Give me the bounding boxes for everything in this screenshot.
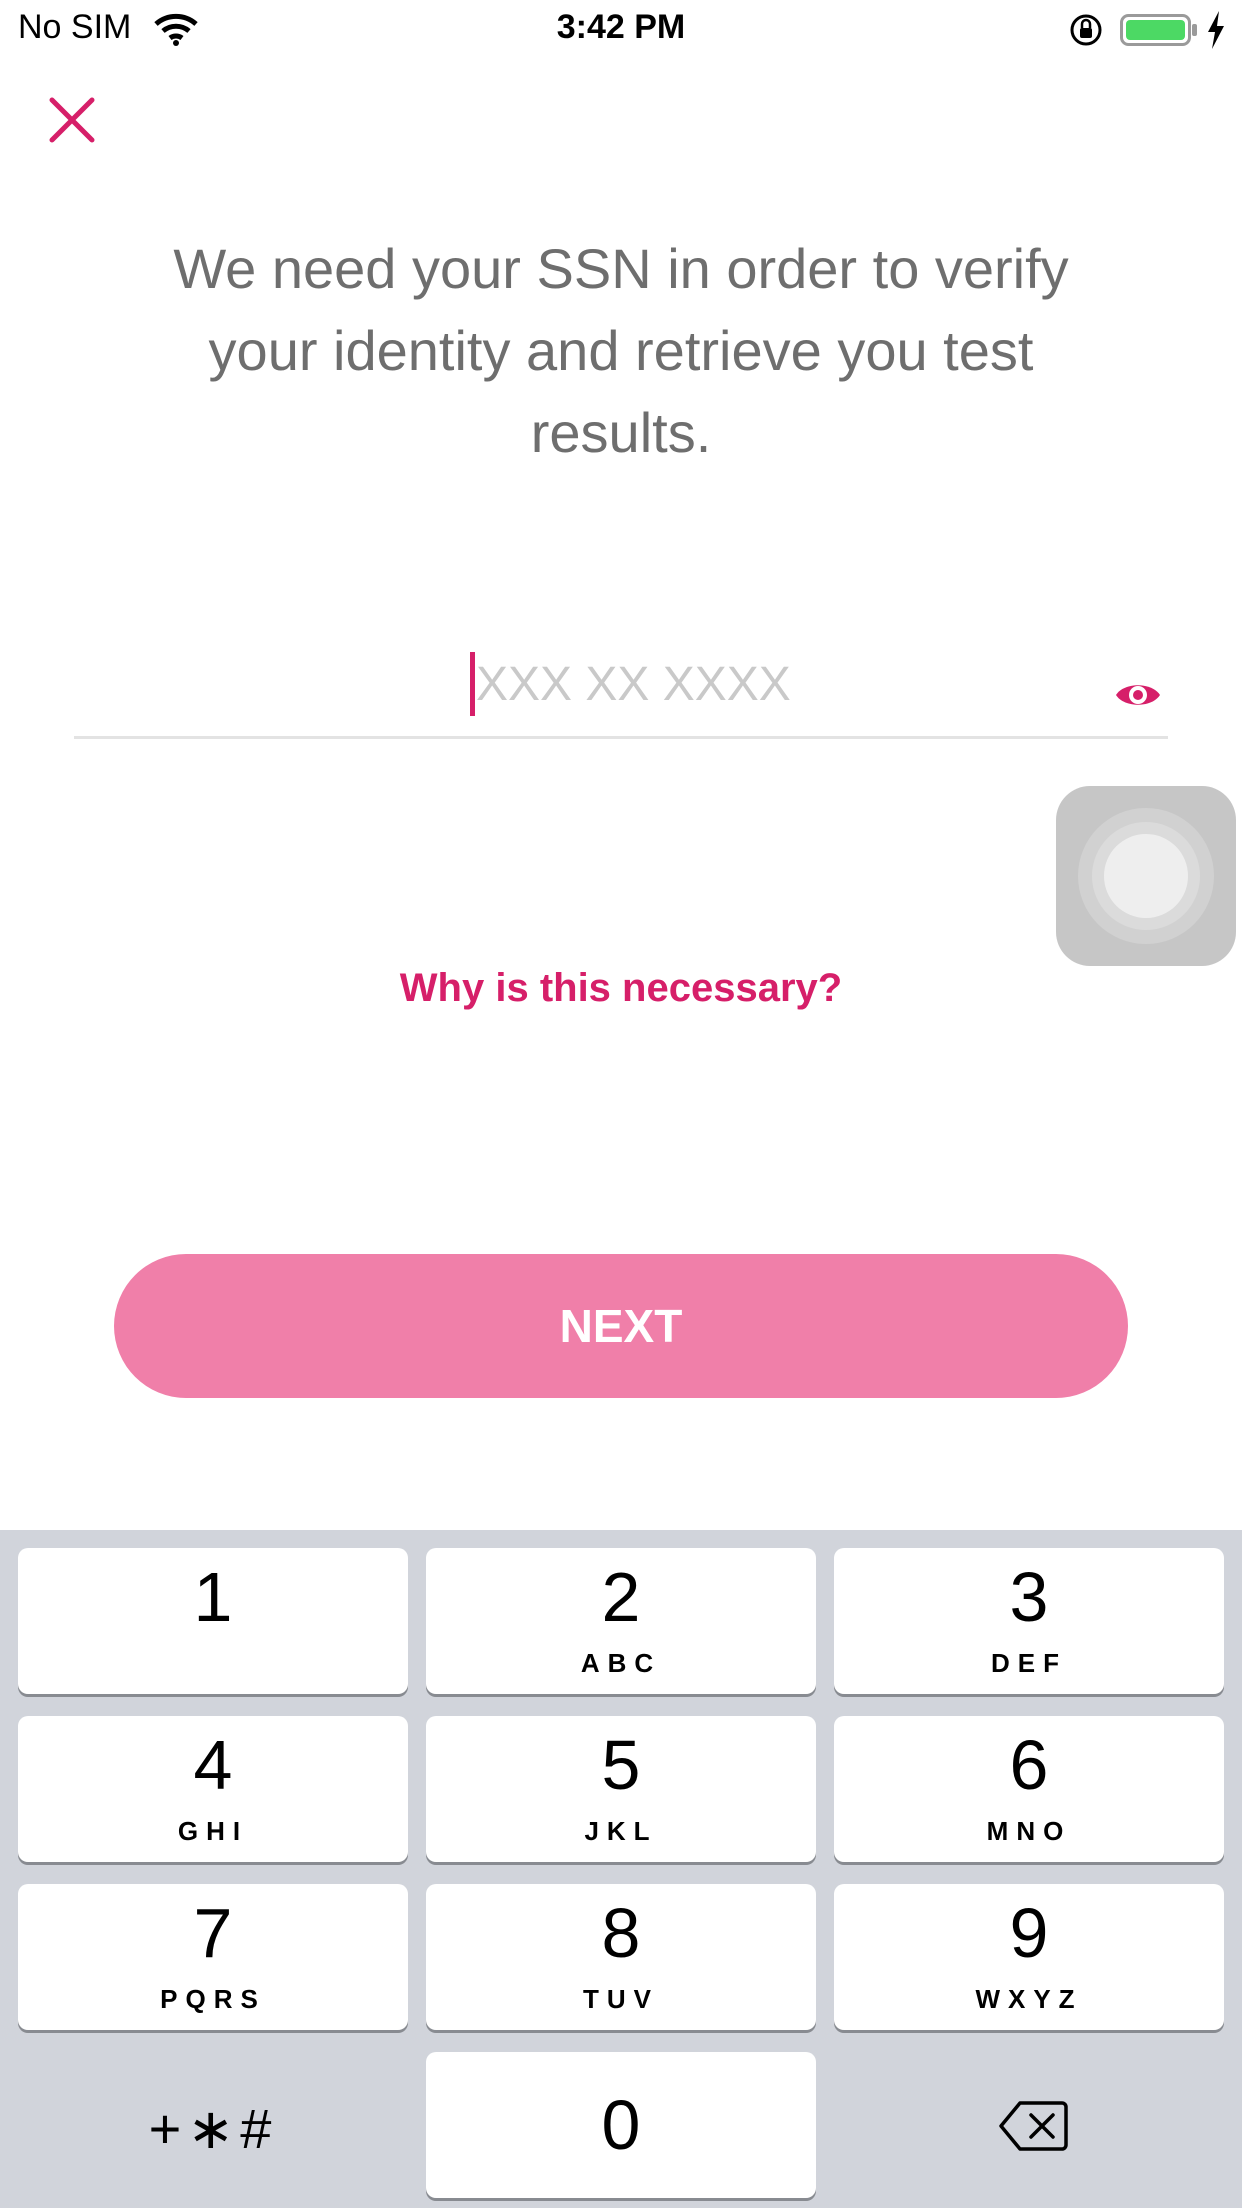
close-icon	[49, 97, 95, 143]
key-8[interactable]: 8 TUV	[426, 1884, 816, 2030]
key-1[interactable]: 1	[18, 1548, 408, 1694]
backspace-icon	[999, 2101, 1068, 2151]
key-0[interactable]: 0	[426, 2052, 816, 2198]
key-digit: 5	[601, 1726, 641, 1804]
assistive-touch-button[interactable]	[1056, 786, 1236, 966]
key-letters: GHI	[177, 1816, 249, 1846]
status-time: 3:42 PM	[556, 8, 686, 46]
key-digit: 3	[1009, 1558, 1049, 1636]
key-letters: PQRS	[160, 1984, 266, 2014]
text-cursor	[470, 652, 475, 716]
symbols-key[interactable]: +∗#	[18, 2052, 408, 2198]
key-digit: 9	[1009, 1894, 1049, 1972]
key-2[interactable]: 2 ABC	[426, 1548, 816, 1694]
key-digit: 2	[601, 1558, 641, 1636]
key-6[interactable]: 6 MNO	[834, 1716, 1224, 1862]
why-necessary-link[interactable]: Why is this necessary?	[0, 966, 1242, 1011]
close-button[interactable]	[42, 90, 102, 150]
key-digit: 8	[601, 1894, 641, 1972]
key-9[interactable]: 9 WXYZ	[834, 1884, 1224, 2030]
key-digit: 0	[601, 2086, 641, 2164]
key-7[interactable]: 7 PQRS	[18, 1884, 408, 2030]
status-bar: No SIM 3:42 PM	[0, 0, 1242, 60]
key-digit: 4	[193, 1726, 233, 1804]
ssn-input[interactable]	[476, 648, 1096, 720]
symbols-label: +∗#	[148, 2097, 278, 2160]
show-ssn-toggle[interactable]	[1114, 678, 1162, 712]
key-letters: MNO	[986, 1816, 1072, 1846]
key-3[interactable]: 3 DEF	[834, 1548, 1224, 1694]
numeric-keypad: 1 2 ABC 3 DEF 4 GHI 5 JKL 6 MNO 7 PQRS 8…	[0, 1530, 1242, 2208]
key-5[interactable]: 5 JKL	[426, 1716, 816, 1862]
ssn-field	[74, 640, 1168, 739]
charging-icon	[1206, 10, 1226, 55]
key-letters: TUV	[583, 1984, 659, 2014]
key-letters: DEF	[991, 1648, 1067, 1678]
key-4[interactable]: 4 GHI	[18, 1716, 408, 1862]
key-digit: 7	[193, 1894, 233, 1972]
battery-icon	[1120, 12, 1200, 53]
key-digit: 1	[193, 1558, 233, 1636]
key-digit: 6	[1009, 1726, 1049, 1804]
key-letters: JKL	[584, 1816, 658, 1846]
intro-text: We need your SSN in order to verify your…	[173, 237, 1069, 464]
delete-key[interactable]	[834, 2052, 1224, 2198]
eye-icon	[1116, 685, 1160, 705]
next-button[interactable]: NEXT	[114, 1254, 1128, 1398]
key-letters: WXYZ	[975, 1984, 1083, 2014]
key-letters: ABC	[580, 1648, 662, 1678]
orientation-lock-icon	[1068, 12, 1104, 53]
